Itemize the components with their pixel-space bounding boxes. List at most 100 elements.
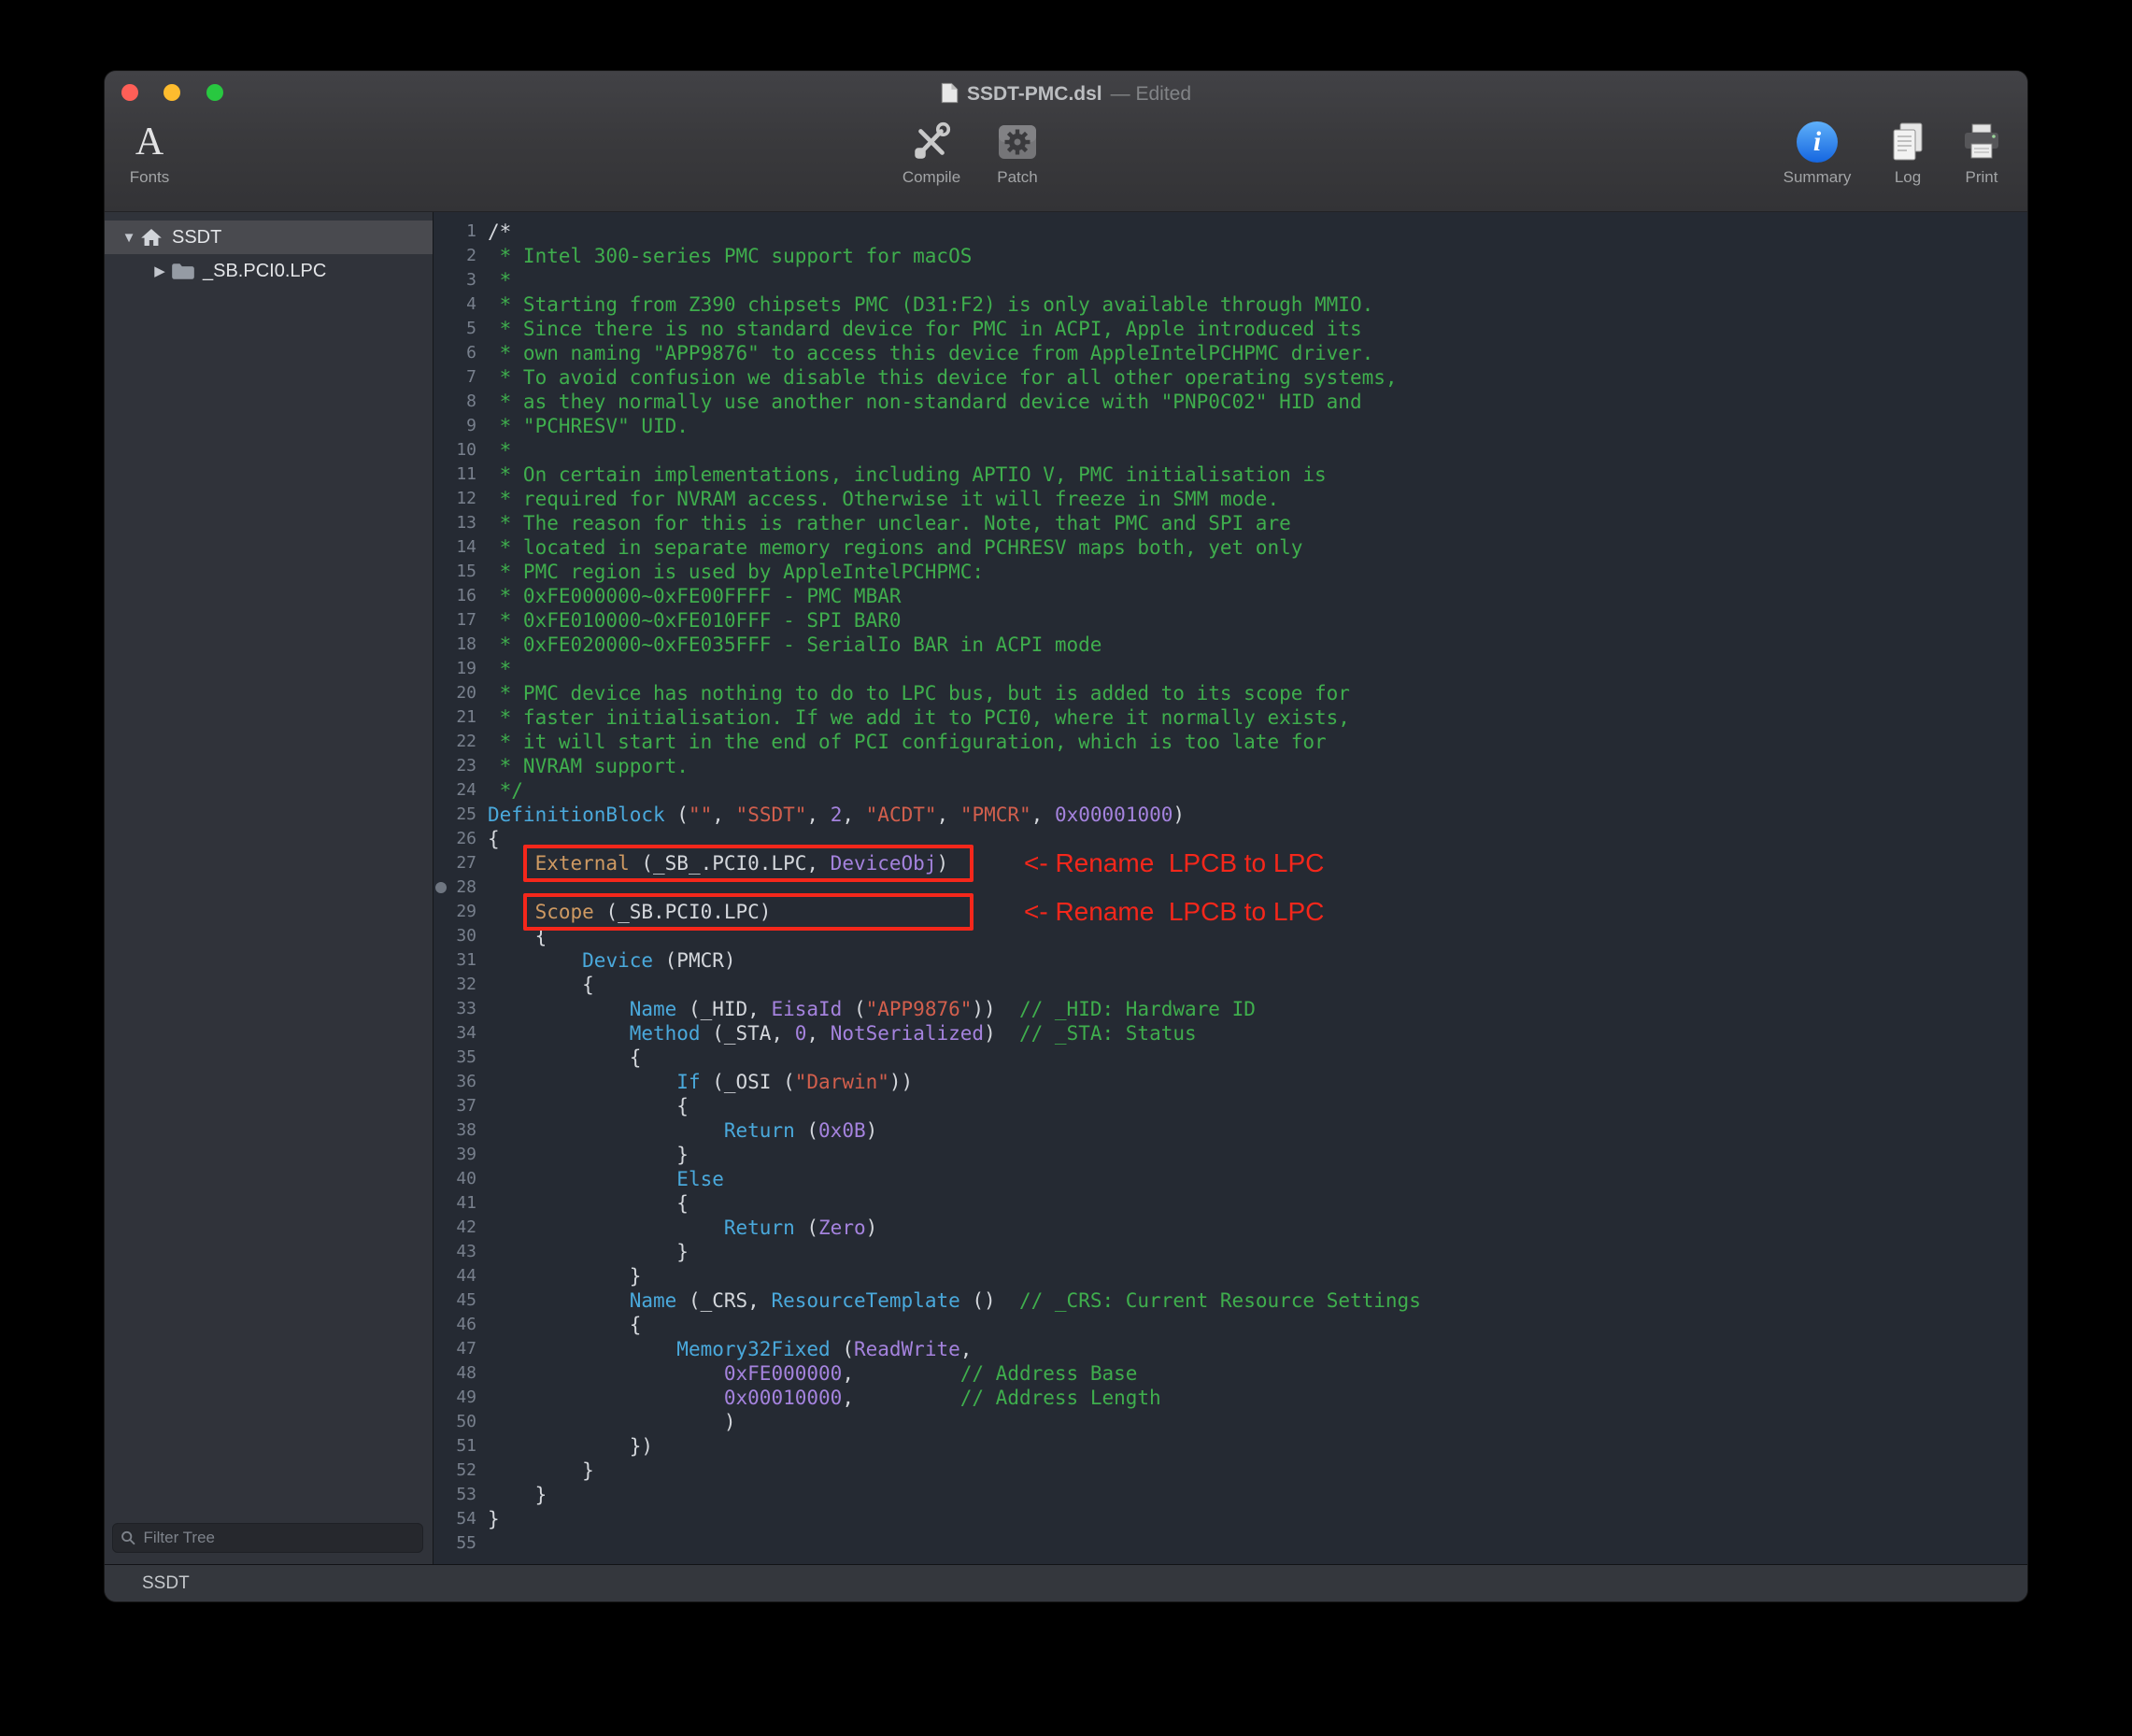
line-number: 12 (434, 487, 488, 511)
code-line: 31 Device (PMCR) (434, 948, 2027, 973)
code-text: * PMC device has nothing to do to LPC bu… (488, 681, 1350, 705)
code-text: ) (488, 1410, 736, 1434)
code-line: 23 * NVRAM support. (434, 754, 2027, 778)
code-text: Device (PMCR) (488, 948, 736, 973)
code-line: 55 (434, 1531, 2027, 1556)
line-number: 3 (434, 268, 488, 292)
line-number: 5 (434, 317, 488, 341)
line-number: 10 (434, 438, 488, 462)
fonts-button[interactable]: A Fonts (105, 118, 215, 187)
line-marker-dot (435, 882, 447, 893)
line-number: 27 (434, 851, 488, 875)
line-number: 37 (434, 1094, 488, 1118)
annotation-rename-scope: <- Rename LPCB to LPC (1024, 893, 1324, 931)
line-number: 17 (434, 608, 488, 633)
code-line: 10 * (434, 438, 2027, 462)
code-text: * (488, 657, 511, 681)
line-number: 34 (434, 1021, 488, 1046)
code-text: } (488, 1264, 641, 1288)
code-line: 34 Method (_STA, 0, NotSerialized) // _S… (434, 1021, 2027, 1046)
tree-item-_sb.pci0.lpc[interactable]: ▶_SB.PCI0.LPC (105, 254, 433, 288)
app-window: SSDT-PMC.dsl— Edited A Fonts Compile (105, 71, 2027, 1601)
line-number: 35 (434, 1046, 488, 1070)
line-number: 53 (434, 1483, 488, 1507)
filter-tree-field[interactable] (112, 1523, 423, 1553)
line-number: 16 (434, 584, 488, 608)
line-number: 52 (434, 1459, 488, 1483)
sidebar: ▼SSDT▶_SB.PCI0.LPC (105, 212, 434, 1564)
disclosure-expanded-icon[interactable]: ▼ (118, 230, 140, 246)
code-line: 33 Name (_HID, EisaId ("APP9876")) // _H… (434, 997, 2027, 1021)
line-number: 39 (434, 1143, 488, 1167)
code-text: * "PCHRESV" UID. (488, 414, 689, 438)
code-text: 0xFE000000, // Address Base (488, 1361, 1137, 1386)
line-number: 48 (434, 1361, 488, 1386)
summary-info-icon: i (1797, 121, 1838, 163)
print-button[interactable]: Print (1916, 118, 2027, 187)
line-number: 7 (434, 365, 488, 390)
print-label: Print (1916, 168, 2027, 187)
line-number: 36 (434, 1070, 488, 1094)
code-text: { (488, 973, 594, 997)
code-text: If (_OSI ("Darwin")) (488, 1070, 913, 1094)
search-icon (121, 1530, 135, 1546)
code-text: { (488, 1313, 641, 1337)
window-title: SSDT-PMC.dsl— Edited (105, 80, 2027, 108)
code-editor[interactable]: 1/*2 * Intel 300-series PMC support for … (434, 212, 2027, 1564)
code-line: 42 Return (Zero) (434, 1216, 2027, 1240)
code-line: 54} (434, 1507, 2027, 1531)
code-text: DefinitionBlock ("", "SSDT", 2, "ACDT", … (488, 803, 1185, 827)
line-number: 32 (434, 973, 488, 997)
code-text: * faster initialisation. If we add it to… (488, 705, 1350, 730)
code-text: * it will start in the end of PCI config… (488, 730, 1327, 754)
line-number: 29 (434, 900, 488, 924)
line-number: 13 (434, 511, 488, 535)
line-number: 47 (434, 1337, 488, 1361)
print-icon (1916, 118, 2027, 166)
code-line: 19 * (434, 657, 2027, 681)
line-number: 19 (434, 657, 488, 681)
code-line: 9 * "PCHRESV" UID. (434, 414, 2027, 438)
code-text: * as they normally use another non-stand… (488, 390, 1362, 414)
fonts-label: Fonts (105, 168, 215, 187)
code-line: 47 Memory32Fixed (ReadWrite, (434, 1337, 2027, 1361)
code-text: } (488, 1240, 689, 1264)
line-number: 6 (434, 341, 488, 365)
tree-item-ssdt[interactable]: ▼SSDT (105, 221, 433, 254)
desktop-background: { "window": { "title": "SSDT-PMC.dsl", "… (0, 0, 2132, 1736)
code-line: 7 * To avoid confusion we disable this d… (434, 365, 2027, 390)
code-line: 32 { (434, 973, 2027, 997)
code-line: 14 * located in separate memory regions … (434, 535, 2027, 560)
code-text: * On certain implementations, including … (488, 462, 1327, 487)
code-text: * 0xFE000000~0xFE00FFFF - PMC MBAR (488, 584, 902, 608)
code-text: Return (0x0B) (488, 1118, 877, 1143)
code-text: Name (_HID, EisaId ("APP9876")) // _HID:… (488, 997, 1256, 1021)
code-line: 18 * 0xFE020000~0xFE035FFF - SerialIo BA… (434, 633, 2027, 657)
code-text: 0x00010000, // Address Length (488, 1386, 1161, 1410)
code-text: { (488, 1094, 689, 1118)
acpi-tree: ▼SSDT▶_SB.PCI0.LPC (105, 212, 433, 288)
window-header: SSDT-PMC.dsl— Edited A Fonts Compile (105, 71, 2027, 212)
line-number: 9 (434, 414, 488, 438)
line-number: 33 (434, 997, 488, 1021)
line-number: 54 (434, 1507, 488, 1531)
code-line: 4 * Starting from Z390 chipsets PMC (D31… (434, 292, 2027, 317)
line-number: 26 (434, 827, 488, 851)
code-text: Name (_CRS, ResourceTemplate () // _CRS:… (488, 1288, 1421, 1313)
line-number: 50 (434, 1410, 488, 1434)
line-number: 55 (434, 1531, 488, 1556)
code-line: 8 * as they normally use another non-sta… (434, 390, 2027, 414)
patch-button[interactable]: Patch (952, 118, 1083, 187)
code-text: { (488, 827, 500, 851)
code-line: 17 * 0xFE010000~0xFE010FFF - SPI BAR0 (434, 608, 2027, 633)
code-line: 13 * The reason for this is rather uncle… (434, 511, 2027, 535)
line-number: 11 (434, 462, 488, 487)
code-text: { (488, 1191, 689, 1216)
filter-tree-input[interactable] (141, 1528, 415, 1548)
code-line: 38 Return (0x0B) (434, 1118, 2027, 1143)
line-number: 2 (434, 244, 488, 268)
code-text: Return (Zero) (488, 1216, 877, 1240)
code-text: } (488, 1507, 500, 1531)
disclosure-collapsed-icon[interactable]: ▶ (149, 263, 171, 279)
code-text: * To avoid confusion we disable this dev… (488, 365, 1398, 390)
